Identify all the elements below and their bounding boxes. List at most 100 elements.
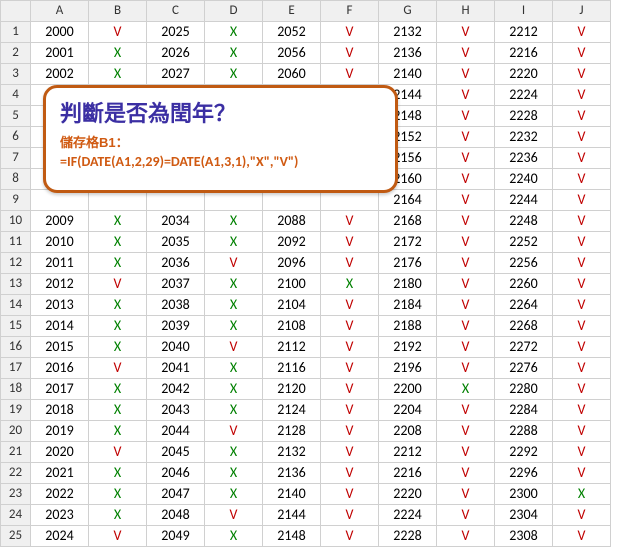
cell-C22[interactable]: 2046 — [147, 463, 205, 484]
cell-D21[interactable]: X — [205, 442, 263, 463]
cell-E13[interactable]: 2100 — [263, 274, 321, 295]
cell-H13[interactable]: V — [437, 274, 495, 295]
cell-B15[interactable]: X — [89, 316, 147, 337]
cell-H6[interactable]: V — [437, 127, 495, 148]
cell-I15[interactable]: 2268 — [495, 316, 553, 337]
cell-I11[interactable]: 2252 — [495, 232, 553, 253]
column-header-J[interactable]: J — [553, 1, 611, 22]
row-header-9[interactable]: 9 — [1, 190, 31, 211]
cell-I4[interactable]: 2224 — [495, 85, 553, 106]
cell-C21[interactable]: 2045 — [147, 442, 205, 463]
cell-D18[interactable]: X — [205, 379, 263, 400]
cell-I20[interactable]: 2288 — [495, 421, 553, 442]
cell-I16[interactable]: 2272 — [495, 337, 553, 358]
row-header-19[interactable]: 19 — [1, 400, 31, 421]
cell-B23[interactable]: X — [89, 484, 147, 505]
cell-F1[interactable]: V — [321, 22, 379, 43]
column-header-F[interactable]: F — [321, 1, 379, 22]
cell-H20[interactable]: V — [437, 421, 495, 442]
row-header-8[interactable]: 8 — [1, 169, 31, 190]
cell-C23[interactable]: 2047 — [147, 484, 205, 505]
cell-B11[interactable]: X — [89, 232, 147, 253]
cell-F25[interactable]: V — [321, 526, 379, 547]
cell-D24[interactable]: V — [205, 505, 263, 526]
cell-D12[interactable]: V — [205, 253, 263, 274]
cell-J7[interactable]: V — [553, 148, 611, 169]
cell-I12[interactable]: 2256 — [495, 253, 553, 274]
cell-H19[interactable]: V — [437, 400, 495, 421]
row-header-14[interactable]: 14 — [1, 295, 31, 316]
cell-J8[interactable]: V — [553, 169, 611, 190]
cell-C13[interactable]: 2037 — [147, 274, 205, 295]
column-header-C[interactable]: C — [147, 1, 205, 22]
cell-B12[interactable]: X — [89, 253, 147, 274]
cell-H16[interactable]: V — [437, 337, 495, 358]
cell-J10[interactable]: V — [553, 211, 611, 232]
cell-I5[interactable]: 2228 — [495, 106, 553, 127]
cell-H15[interactable]: V — [437, 316, 495, 337]
cell-J18[interactable]: V — [553, 379, 611, 400]
cell-J6[interactable]: V — [553, 127, 611, 148]
cell-J19[interactable]: V — [553, 400, 611, 421]
cell-C12[interactable]: 2036 — [147, 253, 205, 274]
cell-G22[interactable]: 2216 — [379, 463, 437, 484]
cell-H18[interactable]: X — [437, 379, 495, 400]
cell-C18[interactable]: 2042 — [147, 379, 205, 400]
cell-J5[interactable]: V — [553, 106, 611, 127]
cell-G18[interactable]: 2200 — [379, 379, 437, 400]
cell-G2[interactable]: 2136 — [379, 43, 437, 64]
cell-B1[interactable]: V — [89, 22, 147, 43]
cell-G19[interactable]: 2204 — [379, 400, 437, 421]
cell-F3[interactable]: V — [321, 64, 379, 85]
cell-A12[interactable]: 2011 — [31, 253, 89, 274]
cell-D17[interactable]: X — [205, 358, 263, 379]
cell-E18[interactable]: 2120 — [263, 379, 321, 400]
cell-B25[interactable]: V — [89, 526, 147, 547]
row-header-1[interactable]: 1 — [1, 22, 31, 43]
cell-J25[interactable]: V — [553, 526, 611, 547]
cell-E2[interactable]: 2056 — [263, 43, 321, 64]
cell-C2[interactable]: 2026 — [147, 43, 205, 64]
cell-G12[interactable]: 2176 — [379, 253, 437, 274]
cell-I17[interactable]: 2276 — [495, 358, 553, 379]
row-header-12[interactable]: 12 — [1, 253, 31, 274]
cell-G13[interactable]: 2180 — [379, 274, 437, 295]
cell-J11[interactable]: V — [553, 232, 611, 253]
cell-G11[interactable]: 2172 — [379, 232, 437, 253]
cell-J21[interactable]: V — [553, 442, 611, 463]
row-header-10[interactable]: 10 — [1, 211, 31, 232]
cell-D14[interactable]: X — [205, 295, 263, 316]
row-header-22[interactable]: 22 — [1, 463, 31, 484]
cell-E23[interactable]: 2140 — [263, 484, 321, 505]
row-header-7[interactable]: 7 — [1, 148, 31, 169]
cell-E19[interactable]: 2124 — [263, 400, 321, 421]
cell-I6[interactable]: 2232 — [495, 127, 553, 148]
cell-H14[interactable]: V — [437, 295, 495, 316]
corner-cell[interactable] — [1, 1, 31, 22]
cell-J13[interactable]: V — [553, 274, 611, 295]
cell-C19[interactable]: 2043 — [147, 400, 205, 421]
cell-I8[interactable]: 2240 — [495, 169, 553, 190]
cell-C25[interactable]: 2049 — [147, 526, 205, 547]
cell-A16[interactable]: 2015 — [31, 337, 89, 358]
cell-E22[interactable]: 2136 — [263, 463, 321, 484]
cell-B24[interactable]: X — [89, 505, 147, 526]
cell-I18[interactable]: 2280 — [495, 379, 553, 400]
cell-I22[interactable]: 2296 — [495, 463, 553, 484]
cell-B3[interactable]: X — [89, 64, 147, 85]
cell-H11[interactable]: V — [437, 232, 495, 253]
cell-H25[interactable]: V — [437, 526, 495, 547]
cell-A21[interactable]: 2020 — [31, 442, 89, 463]
row-header-24[interactable]: 24 — [1, 505, 31, 526]
cell-E3[interactable]: 2060 — [263, 64, 321, 85]
cell-J12[interactable]: V — [553, 253, 611, 274]
cell-A22[interactable]: 2021 — [31, 463, 89, 484]
row-header-4[interactable]: 4 — [1, 85, 31, 106]
row-header-18[interactable]: 18 — [1, 379, 31, 400]
cell-H8[interactable]: V — [437, 169, 495, 190]
cell-F2[interactable]: V — [321, 43, 379, 64]
column-header-I[interactable]: I — [495, 1, 553, 22]
cell-G3[interactable]: 2140 — [379, 64, 437, 85]
cell-C24[interactable]: 2048 — [147, 505, 205, 526]
cell-F23[interactable]: V — [321, 484, 379, 505]
